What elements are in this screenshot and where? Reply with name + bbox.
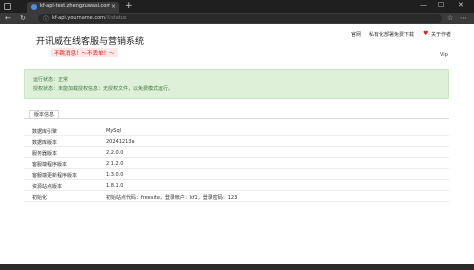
running-status: 运行状态：正常 bbox=[33, 77, 69, 83]
info-key: 资源站点版本 bbox=[32, 184, 63, 190]
new-tab-button[interactable]: + bbox=[125, 1, 133, 11]
close-tab-icon[interactable]: × bbox=[111, 3, 116, 10]
info-row: 数据库版本 20241213a bbox=[24, 137, 449, 147]
info-value: 2.2.0.0 bbox=[106, 150, 124, 156]
url-input[interactable]: ⓘ kf-api.yourname.com/①status bbox=[38, 14, 442, 23]
bookmark-star-icon[interactable]: ☆ bbox=[447, 14, 453, 22]
back-button[interactable]: ← bbox=[5, 14, 11, 22]
url-text: kf-api.yourname.com/①status bbox=[52, 15, 127, 21]
nav-link-free-download[interactable]: 私有化部署免费下载 bbox=[369, 31, 414, 38]
window-menu-icon[interactable] bbox=[4, 3, 11, 10]
notice-badge: 不跳消息！～不丢单！～ bbox=[51, 48, 118, 57]
info-row: 服务器版本 2.2.0.0 bbox=[24, 148, 449, 158]
author-icon: ♥ bbox=[423, 30, 429, 37]
license-status: 授权状态：未能加载授权信息：无授权文件，以免费模式运行。 bbox=[33, 86, 174, 92]
version-tag: Vip bbox=[440, 52, 448, 58]
browser-tab-bar: kf-api-test.zhengzuwasi.com/4... × + — ☐… bbox=[0, 0, 474, 13]
info-value: MySql bbox=[106, 128, 122, 134]
info-key: 客服端更新程序版本 bbox=[32, 173, 78, 179]
info-key: 服务器版本 bbox=[32, 151, 58, 157]
info-key: 数据库版本 bbox=[32, 140, 58, 146]
reload-button[interactable]: ↻ bbox=[20, 14, 26, 22]
browser-tab[interactable]: kf-api-test.zhengzuwasi.com/4... × bbox=[27, 2, 119, 13]
maximize-button[interactable]: ☐ bbox=[438, 1, 444, 9]
close-window-button[interactable]: ✕ bbox=[458, 1, 464, 9]
tab-title: kf-api-test.zhengzuwasi.com/4... bbox=[40, 3, 110, 9]
nav-link-official-site[interactable]: 官网 bbox=[351, 31, 361, 38]
page-viewport: 开讯威在线客服与营销系统 官网 私有化部署免费下载 ♥ 关于作者 不跳消息！～不… bbox=[0, 24, 474, 264]
site-favicon-icon bbox=[31, 4, 37, 10]
info-value: 20241213a bbox=[106, 139, 135, 145]
info-key: 初始化 bbox=[32, 195, 48, 201]
browser-menu-icon[interactable]: ⋯ bbox=[460, 14, 467, 22]
browser-bottom-frame bbox=[0, 264, 474, 270]
nav-link-about-author[interactable]: 关于作者 bbox=[431, 31, 451, 38]
info-row: 资源站点版本 1.8.1.0 bbox=[24, 181, 449, 191]
info-value: 初始站点代码：freesite，登录帐户：kf1，登录密码：123 bbox=[106, 195, 238, 201]
info-row: 客服端更新程序版本 1.3.0.0 bbox=[24, 170, 449, 180]
site-info-icon[interactable]: ⓘ bbox=[43, 14, 49, 23]
info-row: 初始化 初始站点代码：freesite，登录帐户：kf1，登录密码：123 bbox=[24, 192, 449, 202]
info-row: 客服端程序版本 2.1.2.0 bbox=[24, 159, 449, 169]
tab-divider bbox=[24, 118, 449, 119]
info-row: 数据库引擎 MySql bbox=[24, 126, 449, 136]
info-value: 2.1.2.0 bbox=[106, 161, 124, 167]
site-title: 开讯威在线客服与营销系统 bbox=[36, 37, 145, 47]
status-panel: 运行状态：正常 授权状态：未能加载授权信息：无授权文件，以免费模式运行。 bbox=[24, 69, 449, 99]
minimize-button[interactable]: — bbox=[420, 1, 427, 9]
info-key: 客服端程序版本 bbox=[32, 162, 68, 168]
info-key: 数据库引擎 bbox=[32, 129, 58, 135]
address-bar-row: ← ↻ ⓘ kf-api.yourname.com/①status ☆ ⋯ bbox=[0, 13, 474, 24]
info-value: 1.8.1.0 bbox=[106, 183, 124, 189]
info-value: 1.3.0.0 bbox=[106, 172, 124, 178]
